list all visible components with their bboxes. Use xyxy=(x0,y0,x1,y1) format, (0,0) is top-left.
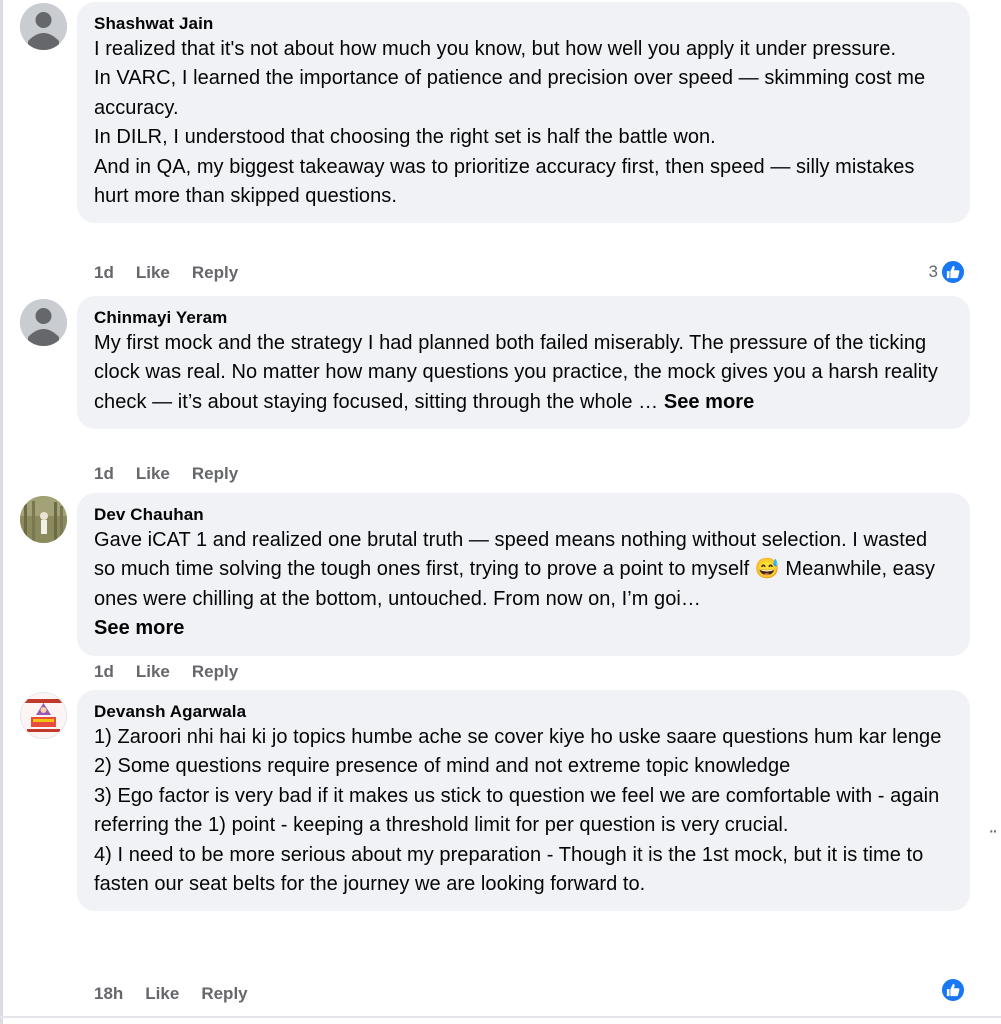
divider xyxy=(0,1016,1001,1018)
comment-timestamp[interactable]: 1d xyxy=(94,662,114,682)
comment-text: Gave iCAT 1 and realized one brutal trut… xyxy=(94,526,953,644)
default-avatar-icon[interactable] xyxy=(20,3,67,50)
comment-body: Gave iCAT 1 and realized one brutal trut… xyxy=(94,529,936,610)
default-avatar-icon[interactable] xyxy=(20,299,67,346)
comment-author[interactable]: Dev Chauhan xyxy=(94,504,953,526)
comment-line: And in QA, my biggest takeaway was to pr… xyxy=(94,155,915,208)
comment-bubble: Dev Chauhan Gave iCAT 1 and realized one… xyxy=(77,493,970,656)
like-button[interactable]: Like xyxy=(136,263,170,283)
comment-author[interactable]: Chinmayi Yeram xyxy=(94,307,953,329)
comment-line: 2) Some questions require presence of mi… xyxy=(94,755,791,778)
comment-timestamp[interactable]: 1d xyxy=(94,464,114,484)
comment-line: 4) I need to be more serious about my pr… xyxy=(94,843,924,896)
more-options-icon[interactable]: ·· xyxy=(988,820,998,843)
comment-actions: 18h Like Reply xyxy=(94,984,248,1004)
comment-text: 1) Zaroori nhi hai ki jo topics humbe ac… xyxy=(94,723,953,899)
comment-line: In VARC, I learned the importance of pat… xyxy=(94,67,926,119)
thumbs-up-icon xyxy=(940,259,966,285)
reaction-summary[interactable]: 3 xyxy=(929,259,966,285)
comment-line: I realized that it's not about how much … xyxy=(94,38,897,60)
comment-body: My first mock and the strategy I had pla… xyxy=(94,332,938,413)
comment-author[interactable]: Devansh Agarwala xyxy=(94,701,953,723)
comment-line: 3) Ego factor is very bad if it makes us… xyxy=(94,784,940,837)
reply-button[interactable]: Reply xyxy=(201,984,247,1004)
comment-text: I realized that it's not about how much … xyxy=(94,35,953,211)
like-button[interactable]: Like xyxy=(136,464,170,484)
comment-timestamp[interactable]: 18h xyxy=(94,984,123,1004)
comment-author[interactable]: Shashwat Jain xyxy=(94,13,953,35)
reaction-count: 3 xyxy=(928,262,938,281)
comment-text: My first mock and the strategy I had pla… xyxy=(94,329,953,417)
comment-line: 1) Zaroori nhi hai ki jo topics humbe ac… xyxy=(94,726,942,748)
profile-photo-avatar[interactable] xyxy=(20,496,67,543)
comment-actions: 1d Like Reply xyxy=(94,662,238,682)
reply-button[interactable]: Reply xyxy=(192,464,238,484)
comment-actions: 1d Like Reply xyxy=(94,464,238,484)
like-button[interactable]: Like xyxy=(145,984,179,1004)
thumbs-up-icon xyxy=(940,977,966,1003)
reply-button[interactable]: Reply xyxy=(192,662,238,682)
reply-button[interactable]: Reply xyxy=(192,263,238,283)
comment-bubble: Shashwat Jain I realized that it's not a… xyxy=(77,2,970,224)
comment-line: In DILR, I understood that choosing the … xyxy=(94,126,716,149)
comment-bubble: Chinmayi Yeram My first mock and the str… xyxy=(77,296,970,430)
see-more-link[interactable]: See more xyxy=(94,617,184,639)
profile-photo-avatar[interactable] xyxy=(20,692,67,739)
comment-timestamp[interactable]: 1d xyxy=(94,263,114,283)
see-more-link[interactable]: See more xyxy=(664,391,754,413)
like-button[interactable]: Like xyxy=(136,662,170,682)
comment-actions: 1d Like Reply xyxy=(94,263,238,283)
reaction-summary[interactable] xyxy=(940,977,966,1003)
feed-left-border xyxy=(0,0,3,1024)
comment-bubble: Devansh Agarwala 1) Zaroori nhi hai ki j… xyxy=(77,690,970,912)
